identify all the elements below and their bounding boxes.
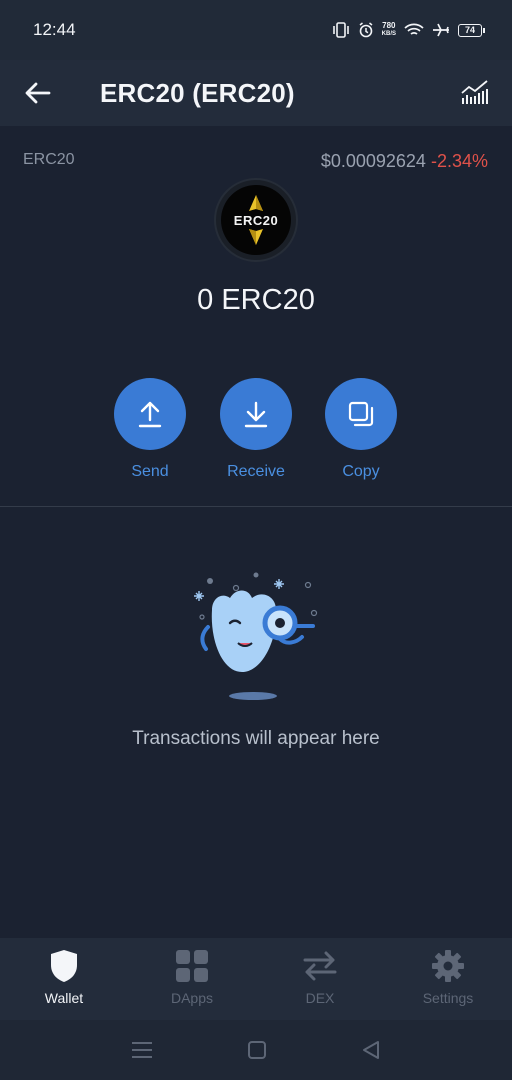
menu-icon[interactable] (131, 1041, 153, 1059)
coin-logo-badge: ERC20 (221, 185, 291, 255)
network-speed: 780 KB/S (381, 21, 396, 38)
system-nav-bar (0, 1020, 512, 1080)
tab-label: Settings (422, 990, 474, 1006)
chart-icon (461, 80, 488, 104)
coin-logo: ERC20 (214, 178, 298, 262)
home-icon[interactable] (247, 1040, 267, 1060)
tab-label: DEX (305, 990, 335, 1006)
coin-symbol: ERC20 (23, 151, 75, 168)
bottom-tab-bar: Wallet DApps DEX Settings (0, 938, 512, 1020)
price-change: -2.34% (430, 151, 488, 171)
copy-label: Copy (342, 463, 380, 480)
status-icons: 780 KB/S 74 (332, 21, 485, 38)
vibrate-icon (332, 22, 349, 38)
empty-state-text: Transactions will appear here (132, 728, 380, 749)
tab-label: DApps (170, 990, 214, 1006)
send-button[interactable]: Send (105, 378, 195, 481)
app-bar: ERC20 (ERC20) (0, 60, 512, 126)
page-title: ERC20 (ERC20) (100, 77, 295, 108)
grid-icon (174, 948, 210, 984)
status-bar: 12:44 780 KB/S 74 (0, 0, 512, 60)
receive-circle[interactable] (220, 378, 292, 450)
upload-arrow-icon (138, 401, 162, 428)
battery-icon: 74 (458, 23, 485, 37)
arrow-left-icon (25, 82, 51, 104)
gear-icon (430, 948, 466, 984)
tab-wallet[interactable]: Wallet (0, 938, 128, 1020)
copy-button[interactable]: Copy (316, 378, 406, 481)
tab-dex[interactable]: DEX (256, 938, 384, 1020)
alarm-icon (359, 22, 373, 38)
empty-state-mascot-illustration (194, 572, 318, 700)
tab-dapps[interactable]: DApps (128, 938, 256, 1020)
balance: 0 ERC20 (197, 284, 315, 316)
copy-circle[interactable] (325, 378, 397, 450)
status-time: 12:44 (33, 20, 76, 39)
back-triangle-icon[interactable] (361, 1040, 381, 1060)
wifi-icon (404, 23, 424, 35)
download-arrow-icon (244, 401, 268, 428)
send-label: Send (131, 463, 169, 480)
tab-label: Wallet (44, 990, 84, 1006)
price-row: $0.00092624 -2.34% (321, 151, 488, 172)
send-circle[interactable] (114, 378, 186, 450)
copy-icon (348, 401, 374, 427)
airplane-icon (433, 23, 449, 37)
back-button[interactable] (0, 60, 78, 126)
swap-arrows-icon (302, 948, 338, 984)
receive-label: Receive (227, 463, 285, 480)
divider (0, 506, 512, 507)
coin-price: $0.00092624 (320, 151, 426, 171)
receive-button[interactable]: Receive (211, 378, 301, 481)
coin-logo-text: ERC20 (233, 212, 279, 228)
shield-icon (46, 948, 82, 984)
tab-settings[interactable]: Settings (384, 938, 512, 1020)
price-chart-button[interactable] (458, 74, 492, 110)
